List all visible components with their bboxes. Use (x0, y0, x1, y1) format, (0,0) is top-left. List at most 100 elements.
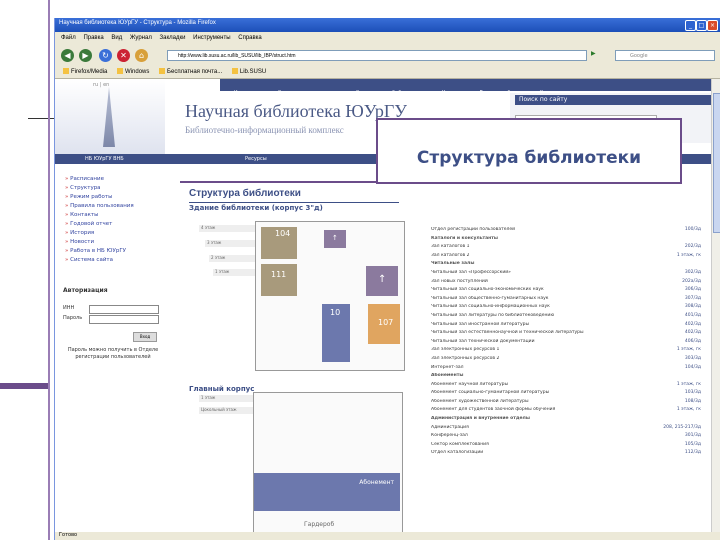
arrow-up-icon: ↑ (378, 274, 387, 285)
go-icon[interactable]: ▶ (591, 50, 596, 57)
list-item-room: 1 этаж, гк (676, 381, 701, 387)
list-item[interactable]: Зал электронных ресурсов 1 1 этаж, гк (431, 347, 701, 356)
close-button[interactable]: × (707, 20, 718, 31)
list-item-label: Конференц-зал (431, 433, 468, 439)
home-icon[interactable]: ⌂ (135, 49, 148, 62)
list-item-room: 1 этаж, гк (676, 347, 701, 353)
section-bar-resources[interactable]: Ресурсы (245, 156, 267, 162)
university-tower-icon (103, 87, 115, 147)
list-item[interactable]: Конференц-зал 301/3д (431, 433, 701, 442)
menu-file[interactable]: Файл (61, 35, 76, 41)
login-button[interactable]: Вход (133, 332, 157, 342)
building-floor-plan: 104 ↑ ↑ 111 10 107 (255, 221, 405, 371)
list-item[interactable]: Абонемент для студентов заочной формы об… (431, 407, 701, 416)
language-switch[interactable]: ru | en (93, 82, 109, 88)
left-nav-item[interactable]: Система сайта (65, 256, 134, 265)
menu-tools[interactable]: Инструменты (193, 35, 230, 41)
list-item-room: 301/3д (684, 433, 701, 439)
nav-services[interactable]: Услуги (442, 90, 460, 96)
forward-icon[interactable]: ▶ (79, 49, 92, 62)
list-item-label: Зал новых поступлений (431, 278, 488, 284)
list-item[interactable]: Читальный зал литературы по библиотекове… (431, 313, 701, 322)
list-item[interactable]: Зал каталогов 1 202/3д (431, 244, 701, 253)
slide-margin (0, 0, 48, 540)
list-item-label: Абонемент для студентов заочной формы об… (431, 407, 556, 413)
menu-help[interactable]: Справка (238, 35, 262, 41)
list-item-room: 402/3д (684, 330, 701, 336)
back-icon[interactable]: ◀ (61, 49, 74, 62)
room-block[interactable]: 107 (368, 304, 400, 344)
list-item[interactable]: Зал новых поступлений 202а/3д (431, 279, 701, 288)
room-block[interactable]: 10 (322, 304, 350, 362)
list-item[interactable]: Абонемент художественной литературы 108/3… (431, 399, 701, 408)
reload-icon[interactable]: ↻ (99, 49, 112, 62)
list-item[interactable]: Читальный зал иностранной литературы 402/… (431, 322, 701, 331)
left-nav-item[interactable]: Контакты (65, 211, 134, 220)
list-item[interactable]: Интернет-зал 104/3д (431, 365, 701, 374)
list-item[interactable]: Сектор комплектования 105/3д (431, 442, 701, 451)
site-logo[interactable]: ru | en (55, 79, 165, 154)
bookmark-item[interactable]: Firefox/Media (63, 68, 107, 75)
list-item[interactable]: Читальный зал общественно-гуманитарных н… (431, 296, 701, 305)
list-item[interactable]: Читальный зал социально-экономических на… (431, 287, 701, 296)
list-item[interactable]: Читальный зал естественнонаучной и техни… (431, 330, 701, 339)
title-divider (189, 202, 399, 203)
left-nav-item[interactable]: Правила пользования (65, 202, 134, 211)
nav-e-resources[interactable]: Электронные ресурсы (278, 90, 337, 96)
vertical-scrollbar[interactable] (711, 79, 720, 532)
search-panel-title: Поиск по сайту (515, 95, 711, 105)
list-item-label: Отдел регистрации пользователей (431, 227, 516, 232)
bookmark-item[interactable]: Lib.SUSU (231, 68, 266, 75)
list-item-label: Администрация (431, 424, 469, 430)
room-block[interactable]: ↑ (324, 230, 346, 248)
left-nav-item[interactable]: История (65, 229, 134, 238)
list-item[interactable]: Администрация 208, 215-217/3д (431, 425, 701, 434)
address-bar[interactable]: http://www.lib.susu.ac.ru/lib_SUSU/lib_I… (167, 50, 587, 61)
room-block[interactable]: 104 (261, 227, 297, 259)
menu-view[interactable]: Вид (111, 35, 122, 41)
stop-icon[interactable]: ✕ (117, 49, 130, 62)
room-block[interactable]: ↑ (366, 266, 398, 296)
search-input[interactable]: Google (615, 50, 715, 61)
left-nav-item[interactable]: Новости (65, 238, 134, 247)
left-nav-item[interactable]: Расписание (65, 175, 134, 184)
list-item[interactable]: Читальный зал социально-информационных н… (431, 304, 701, 313)
menu-edit[interactable]: Правка (83, 35, 103, 41)
list-item[interactable]: Отдел каталогизации 112/3д (431, 450, 701, 459)
left-nav-item[interactable]: Структура (65, 184, 134, 193)
list-item-label: Абонемент социально-гуманитарной литерат… (431, 390, 550, 396)
room-block[interactable]: 111 (261, 264, 297, 296)
menu-bar: Файл Правка Вид Журнал Закладки Инструме… (55, 33, 720, 45)
password-input[interactable] (89, 315, 159, 324)
list-item[interactable]: Абонемент научной литературы 1 этаж, гк (431, 382, 701, 391)
menu-bookmarks[interactable]: Закладки (160, 35, 186, 41)
bookmark-item[interactable]: Бесплатная почта... (159, 68, 222, 75)
left-nav-item[interactable]: Годовой отчет (65, 220, 134, 229)
floor-label[interactable]: 1 этаж (199, 395, 261, 402)
room-label: 107 (378, 318, 394, 327)
scrollbar-thumb[interactable] (713, 93, 720, 233)
list-item[interactable]: Зал каталогов 2 1 этаж, гк (431, 253, 701, 262)
section-bar-home[interactable]: НБ ЮУрГУ ВНБ (85, 156, 124, 162)
list-item[interactable]: Читальный зал «Профессорский» 302/3д (431, 270, 701, 279)
list-item[interactable]: Отдел регистрации пользователей 100/3д (431, 227, 701, 236)
abonement-block[interactable]: Абонемент (254, 473, 400, 511)
list-item[interactable]: Зал электронных ресурсов 2 303/3д (431, 356, 701, 365)
nav-e-library[interactable]: Электронная библиотека (356, 90, 423, 96)
list-item-label: Каталоги и консультанты (431, 235, 498, 241)
bookmark-item[interactable]: Windows (117, 68, 149, 75)
list-item[interactable]: Читальный зал технической документации 40… (431, 339, 701, 348)
left-nav-item[interactable]: Работа в НБ ЮУрГУ (65, 247, 134, 256)
list-item[interactable]: Абонемент социально-гуманитарной литерат… (431, 390, 701, 399)
bookmarks-toolbar: Firefox/Media Windows Бесплатная почта..… (55, 67, 720, 79)
maximize-button[interactable]: □ (696, 20, 707, 31)
menu-history[interactable]: Журнал (130, 35, 152, 41)
floor-label[interactable]: 4 этаж (199, 225, 261, 232)
left-nav-item[interactable]: Режим работы (65, 193, 134, 202)
registration-link[interactable]: Пароль можно получить в Отделе регистрац… (63, 347, 163, 361)
login-input[interactable] (89, 305, 159, 314)
nav-catalogs[interactable]: Каталоги (234, 90, 259, 96)
minimize-button[interactable]: _ (685, 20, 696, 31)
list-item-label: Абонемент научной литературы (431, 381, 509, 387)
floor-label[interactable]: Цокольный этаж (199, 407, 261, 414)
